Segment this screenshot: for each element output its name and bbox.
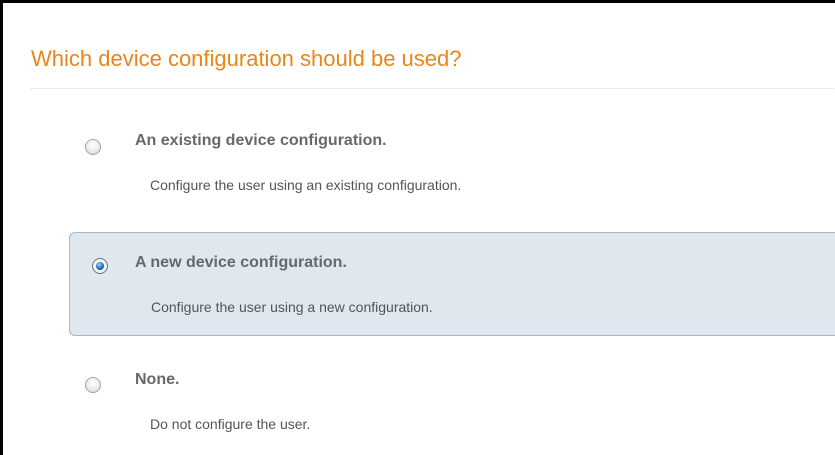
radio-existing-configuration[interactable] (85, 139, 101, 155)
title-divider (31, 88, 835, 89)
option-label: An existing device configuration. (135, 132, 387, 149)
question-title: Which device configuration should be use… (31, 46, 462, 71)
option-existing-configuration[interactable]: An existing device configuration. Config… (69, 118, 835, 208)
wizard-panel: Which device configuration should be use… (0, 0, 835, 455)
option-description: Configure the user using a new configura… (151, 299, 433, 315)
option-description: Configure the user using an existing con… (150, 177, 462, 193)
option-new-configuration[interactable]: A new device configuration. Configure th… (69, 232, 835, 336)
option-none[interactable]: None. Do not configure the user. (69, 358, 835, 448)
radio-selected-dot (96, 262, 104, 270)
option-label: A new device configuration. (135, 254, 347, 271)
option-label: None. (135, 371, 180, 388)
radio-none[interactable] (85, 377, 101, 393)
option-description: Do not configure the user. (150, 416, 311, 432)
radio-new-configuration[interactable] (92, 258, 108, 274)
